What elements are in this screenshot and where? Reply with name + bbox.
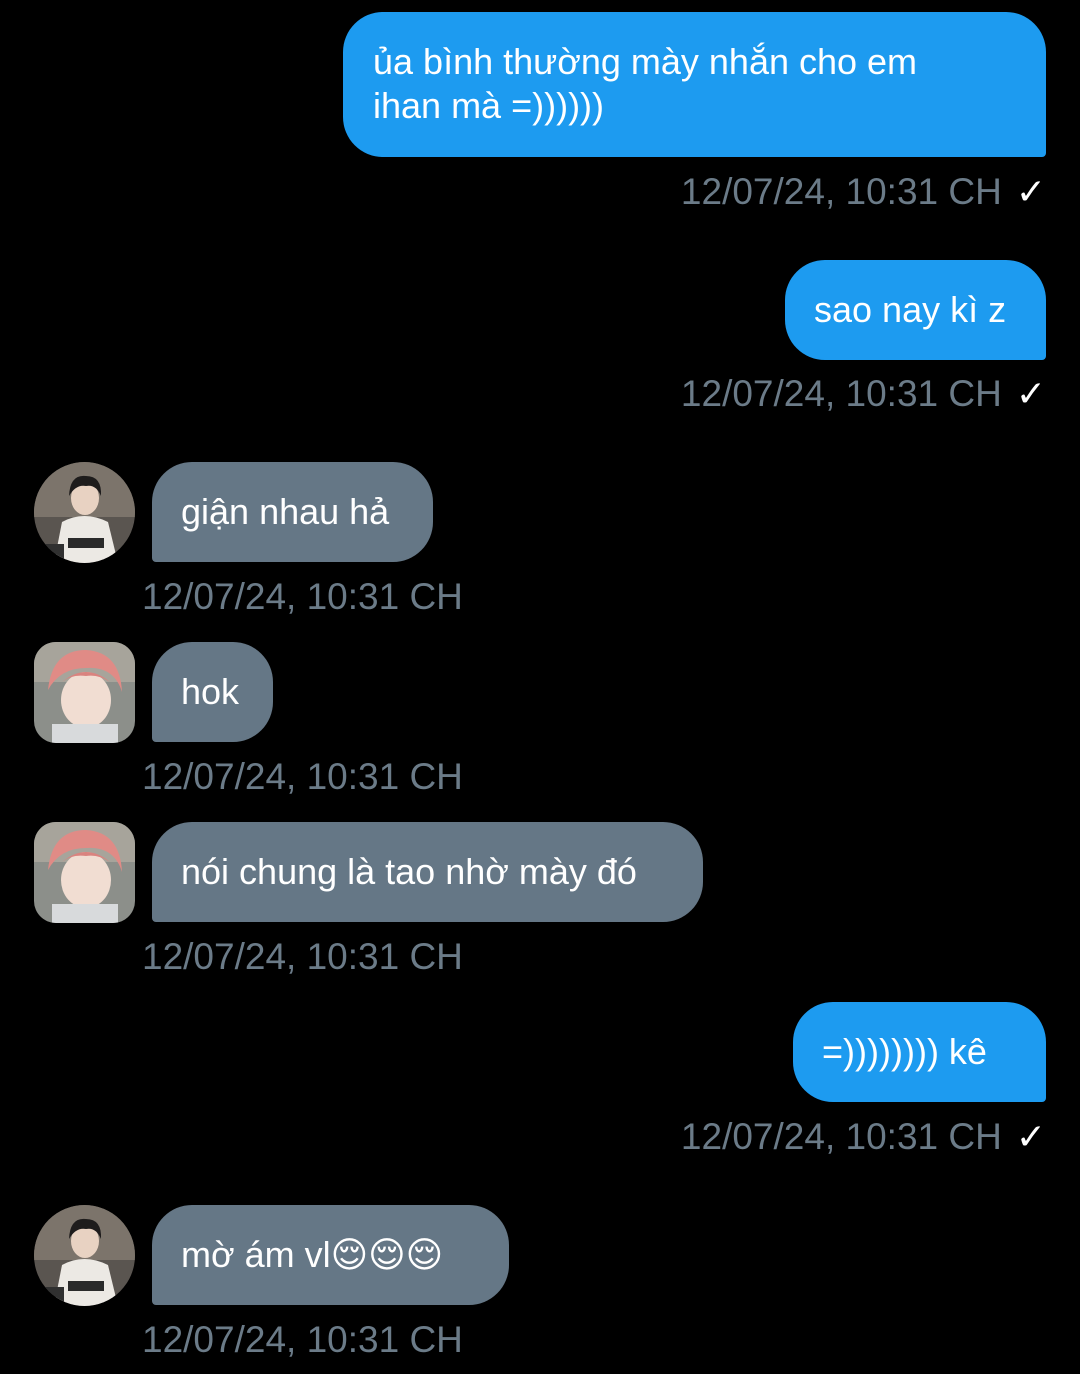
message-timestamp: 12/07/24, 10:31 CH: [142, 755, 463, 799]
incoming-message-bubble[interactable]: hok: [152, 642, 273, 742]
outgoing-message-bubble[interactable]: ủa bình thường mày nhắn cho em ihan mà =…: [343, 12, 1046, 157]
message-timestamp: 12/07/24, 10:31 CH: [142, 935, 463, 979]
outgoing-message-bubble[interactable]: sao nay kì z: [785, 260, 1046, 360]
message-text: nói chung là tao nhờ mày đó: [181, 851, 637, 892]
message-timestamp: 12/07/24, 10:31 CH: [142, 575, 463, 619]
message-text: mờ ám vl: [181, 1234, 331, 1275]
timestamp-text: 12/07/24, 10:31 CH: [142, 576, 463, 617]
incoming-message-bubble[interactable]: giận nhau hả: [152, 462, 433, 562]
message-text-line: ihan mà =)))))): [373, 85, 605, 126]
avatar-photo-b: [34, 822, 135, 923]
timestamp-text: 12/07/24, 10:31 CH: [680, 1116, 1002, 1157]
message-text: sao nay kì z: [814, 289, 1007, 330]
sender-avatar[interactable]: [34, 462, 135, 563]
incoming-message-bubble[interactable]: mờ ám vl😌😌😌: [152, 1205, 509, 1305]
message-timestamp: 12/07/24, 10:31 CH ✓: [681, 372, 1046, 416]
sender-avatar[interactable]: [34, 1205, 135, 1306]
sender-avatar[interactable]: [34, 642, 135, 743]
message-timestamp: 12/07/24, 10:31 CH ✓: [681, 170, 1046, 214]
message-text: hok: [181, 671, 240, 712]
message-text: =)))))))) kê: [822, 1031, 987, 1072]
avatar-photo-a: [34, 462, 135, 563]
incoming-message-bubble[interactable]: nói chung là tao nhờ mày đó: [152, 822, 703, 922]
message-timestamp: 12/07/24, 10:31 CH ✓: [681, 1115, 1046, 1159]
sender-avatar[interactable]: [34, 822, 135, 923]
checkmark-icon: ✓: [1015, 373, 1046, 414]
timestamp-text: 12/07/24, 10:31 CH: [680, 171, 1002, 212]
message-text-line: ủa bình thường mày nhắn cho em: [373, 41, 918, 82]
relieved-face-emoji-icon: 😌😌😌: [330, 1235, 444, 1276]
checkmark-icon: ✓: [1015, 171, 1046, 212]
message-timestamp: 12/07/24, 10:31 CH: [142, 1318, 463, 1362]
avatar-photo-b: [34, 642, 135, 743]
avatar-photo-a: [34, 1205, 135, 1306]
timestamp-text: 12/07/24, 10:31 CH: [142, 936, 463, 977]
timestamp-text: 12/07/24, 10:31 CH: [680, 373, 1002, 414]
timestamp-text: 12/07/24, 10:31 CH: [142, 756, 463, 797]
outgoing-message-bubble[interactable]: =)))))))) kê: [793, 1002, 1046, 1102]
timestamp-text: 12/07/24, 10:31 CH: [142, 1319, 463, 1360]
message-text: giận nhau hả: [181, 491, 390, 532]
checkmark-icon: ✓: [1015, 1116, 1046, 1157]
